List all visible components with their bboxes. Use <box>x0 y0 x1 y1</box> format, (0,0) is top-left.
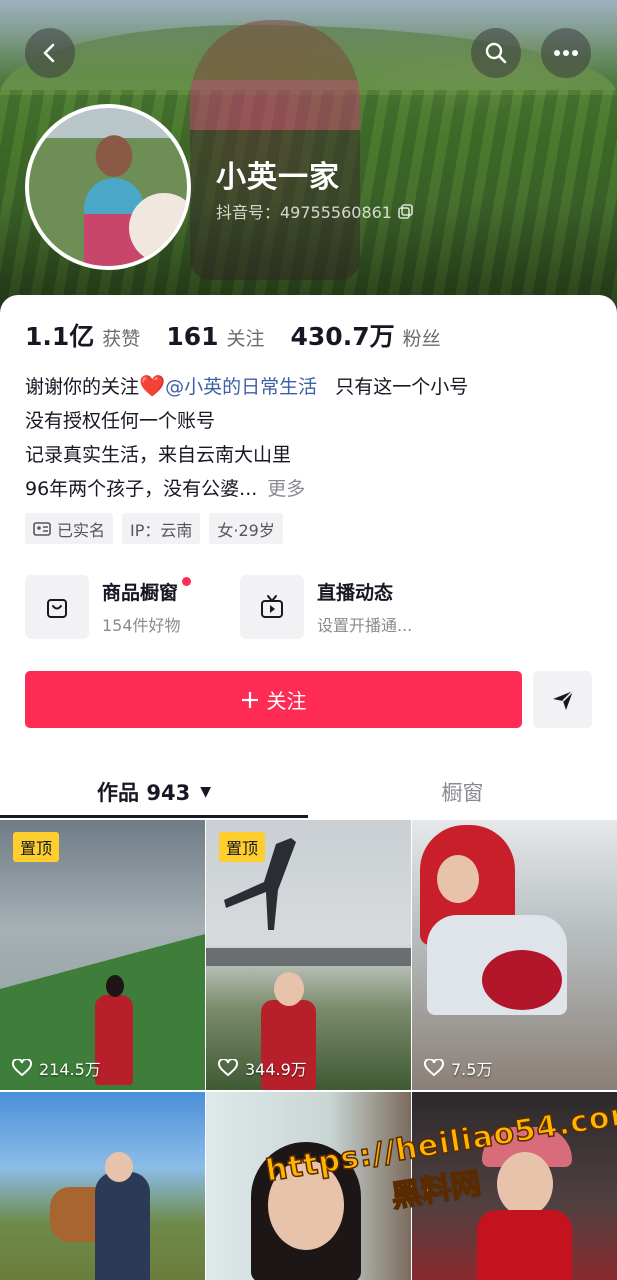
video-tile[interactable]: 7.5万 <box>412 820 617 1090</box>
heart-outline-icon <box>218 1059 238 1077</box>
product-showcase-entry[interactable]: 商品橱窗 154件好物 <box>25 575 217 639</box>
verified-tag-label: 已实名 <box>57 520 106 540</box>
avatar-cow <box>129 193 187 263</box>
shopping-bag-icon <box>25 575 89 639</box>
live-tv-icon <box>240 575 304 639</box>
search-button[interactable] <box>471 28 521 78</box>
thumbnail-bridge <box>206 948 411 966</box>
more-dots-icon <box>554 50 578 56</box>
video-likes-count: 214.5万 <box>39 1060 101 1079</box>
tab-showcase[interactable]: 橱窗 <box>308 765 617 819</box>
gender-age-tag: 女·29岁 <box>209 513 283 544</box>
profile-shortcuts: 商品橱窗 154件好物 直播动态 设置开播通... <box>25 575 432 639</box>
video-tile[interactable]: 置顶 214.5万 <box>0 820 205 1090</box>
back-button[interactable] <box>25 28 75 78</box>
followers-count[interactable]: 430.7万 <box>291 317 395 353</box>
bio-line-4: 96年两个孩子，没有公婆... 更多 <box>25 472 468 506</box>
profile-stats: 1.1亿 获赞 161 关注 430.7万 粉丝 <box>25 317 467 353</box>
chevron-left-icon <box>43 43 55 63</box>
avatar[interactable] <box>25 104 191 270</box>
content-tabs: 作品 943 ▼ 橱窗 <box>0 765 617 819</box>
verified-tag: 已实名 <box>25 513 114 544</box>
heart-emoji-icon: ❤️ <box>139 374 166 398</box>
follow-button-label: 关注 <box>266 689 307 713</box>
video-tile[interactable] <box>0 1092 205 1280</box>
pinned-badge: 置顶 <box>13 832 60 862</box>
bio-line-4-text: 96年两个孩子，没有公婆... <box>25 478 258 500</box>
product-showcase-subtitle: 154件好物 <box>102 616 181 635</box>
bio-line-2: 没有授权任何一个账号 <box>25 410 216 432</box>
id-card-icon <box>33 521 51 536</box>
tab-works-label: 作品 943 <box>97 781 191 805</box>
video-tile[interactable]: 置顶 344.9万 <box>206 820 411 1090</box>
thumbnail-face <box>437 855 479 903</box>
profile-nickname: 小英一家 <box>216 160 340 195</box>
search-icon <box>485 42 507 64</box>
active-tab-indicator <box>0 815 308 818</box>
caret-down-icon: ▼ <box>200 784 211 800</box>
live-updates-text: 直播动态 设置开播通... <box>317 578 412 636</box>
thumbnail-head <box>106 975 124 997</box>
following-count[interactable]: 161 <box>166 322 218 351</box>
bio-mention-link[interactable]: @小英的日常生活 <box>165 376 317 398</box>
product-showcase-text: 商品橱窗 154件好物 <box>102 577 192 636</box>
product-showcase-title-label: 商品橱窗 <box>102 582 179 604</box>
follow-button[interactable]: 关注 <box>25 671 522 728</box>
live-updates-entry[interactable]: 直播动态 设置开播通... <box>240 575 432 639</box>
profile-tags: 已实名 IP：云南 女·29岁 <box>25 513 283 544</box>
product-showcase-title: 商品橱窗 <box>102 577 192 605</box>
bio-line-1: 谢谢你的关注❤️@小英的日常生活 只有这一个小号 <box>25 369 468 404</box>
live-updates-subtitle: 设置开播通... <box>317 616 413 635</box>
heart-outline-icon <box>12 1059 32 1077</box>
heart-outline-icon <box>424 1059 444 1077</box>
followers-label[interactable]: 粉丝 <box>403 324 441 351</box>
bio-more-link[interactable]: 更多 <box>267 478 305 500</box>
bio-line-1-suffix: 只有这一个小号 <box>335 376 469 398</box>
profile-bio: 谢谢你的关注❤️@小英的日常生活 只有这一个小号 没有授权任何一个账号 记录真实… <box>25 369 468 506</box>
paper-plane-icon <box>552 689 574 710</box>
send-message-button[interactable] <box>533 671 592 728</box>
video-likes-count: 344.9万 <box>245 1060 307 1079</box>
video-likes-count: 7.5万 <box>451 1060 493 1079</box>
thumbnail-tray <box>482 950 562 1010</box>
more-button[interactable] <box>541 28 591 78</box>
live-updates-title: 直播动态 <box>317 582 394 604</box>
douyin-id-text: 抖音号：49755560861 <box>216 203 392 222</box>
plus-icon <box>241 691 258 708</box>
thumbnail-figure <box>95 1172 150 1280</box>
notification-dot <box>182 577 192 586</box>
thumbnail-face <box>105 1152 133 1182</box>
action-row: 关注 <box>25 671 592 728</box>
thumbnail-face <box>274 972 304 1006</box>
likes-label: 获赞 <box>102 328 141 350</box>
video-likes: 7.5万 <box>424 1056 492 1080</box>
tab-works[interactable]: 作品 943 ▼ <box>0 765 308 819</box>
following-label[interactable]: 关注 <box>227 324 265 351</box>
video-likes: 214.5万 <box>12 1056 101 1080</box>
douyin-id: 抖音号：49755560861 <box>216 199 413 223</box>
likes-count: 1.1亿 <box>25 322 95 351</box>
ip-location-tag: IP：云南 <box>122 513 201 544</box>
video-likes: 344.9万 <box>218 1056 307 1080</box>
pinned-badge: 置顶 <box>219 832 266 862</box>
bio-line-3: 记录真实生活，来自云南大山里 <box>25 444 292 466</box>
bio-line-1-prefix: 谢谢你的关注 <box>25 376 140 398</box>
copy-icon[interactable] <box>398 203 413 219</box>
